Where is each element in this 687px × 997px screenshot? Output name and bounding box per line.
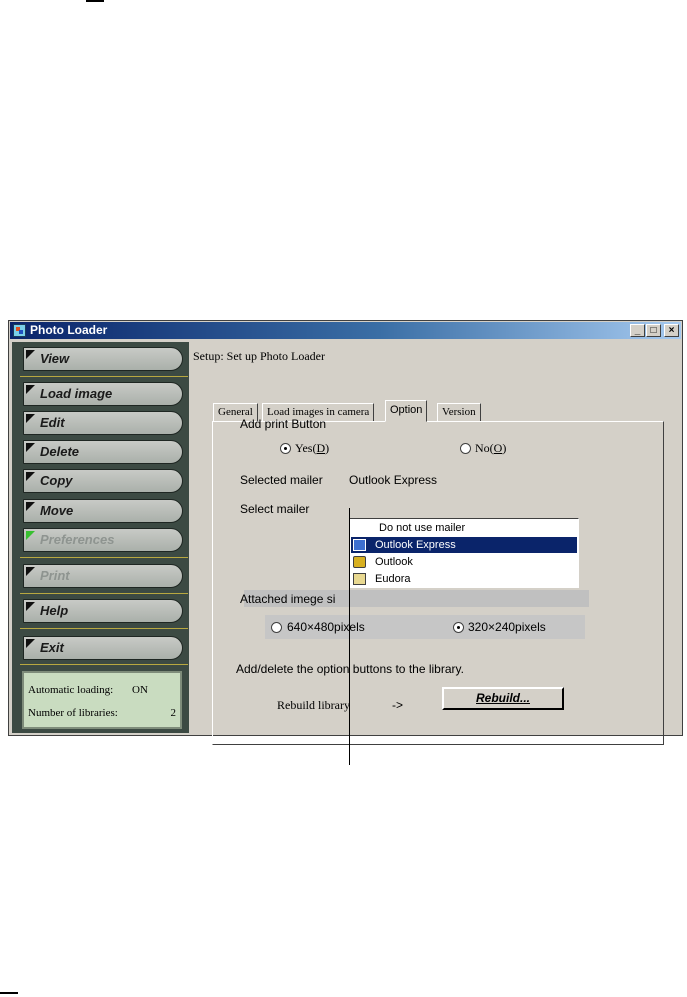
selected-mailer-value: Outlook Express bbox=[349, 473, 438, 487]
corner-marker-icon bbox=[26, 602, 35, 611]
corner-marker-icon bbox=[26, 414, 35, 423]
mailer-option[interactable]: Outlook Express bbox=[351, 537, 577, 553]
outlook-express-icon bbox=[353, 539, 366, 551]
sidebar-item-label: Preferences bbox=[40, 532, 115, 547]
corner-marker-icon bbox=[26, 502, 35, 511]
sidebar-item-edit[interactable]: Edit bbox=[23, 411, 183, 435]
sidebar-item-label: View bbox=[40, 351, 70, 366]
sidebar-item-label: Delete bbox=[40, 444, 80, 459]
size-320-radio[interactable] bbox=[453, 622, 464, 633]
mailer-listbox[interactable]: Do not use mailer Outlook Express Outloo… bbox=[349, 518, 579, 588]
tab-version[interactable]: Version bbox=[437, 403, 481, 422]
sidebar-divider bbox=[20, 593, 188, 594]
outlook-icon bbox=[353, 556, 366, 568]
sidebar-item-label: Exit bbox=[40, 640, 64, 655]
rebuild-library-label: Rebuild library bbox=[277, 698, 350, 712]
mailer-option[interactable]: Outlook bbox=[351, 554, 577, 570]
rebuild-button[interactable]: Rebuild... bbox=[442, 687, 564, 710]
window-title: Photo Loader bbox=[30, 323, 108, 337]
corner-marker-icon bbox=[26, 567, 35, 576]
sidebar-item-label: Copy bbox=[40, 473, 73, 488]
tab-option[interactable]: Option bbox=[385, 400, 428, 422]
attached-image-label: Attached imege si bbox=[240, 592, 336, 606]
mailer-option[interactable]: Do not use mailer bbox=[351, 520, 577, 536]
sidebar-item-help[interactable]: Help bbox=[23, 599, 183, 623]
mailer-option[interactable]: Eudora bbox=[351, 571, 577, 587]
sidebar-item-load-image[interactable]: Load image bbox=[23, 382, 183, 406]
arrow-text: -> bbox=[392, 698, 404, 712]
sidebar-divider bbox=[20, 664, 188, 665]
sidebar-item-view[interactable]: View bbox=[23, 347, 183, 371]
sidebar-item-label: Edit bbox=[40, 415, 65, 430]
sidebar: View Load image Edit Delete Copy Move Pr… bbox=[12, 342, 189, 733]
status-panel: Automatic loading: ON Number of librarie… bbox=[22, 671, 182, 729]
corner-marker-icon bbox=[26, 472, 35, 481]
page-title: Setup: Set up Photo Loader bbox=[193, 349, 325, 363]
print-button-label: Add print Button bbox=[240, 417, 327, 431]
eudora-icon bbox=[353, 573, 366, 585]
sidebar-item-copy[interactable]: Copy bbox=[23, 469, 183, 493]
corner-marker-icon bbox=[26, 443, 35, 452]
page-mark-bottom bbox=[0, 992, 18, 994]
sidebar-item-label: Print bbox=[40, 568, 70, 583]
title-bar[interactable]: Photo Loader _ □ × bbox=[10, 322, 681, 339]
sidebar-item-preferences[interactable]: Preferences bbox=[23, 528, 183, 552]
auto-loading-value: ON bbox=[132, 684, 148, 696]
corner-marker-icon bbox=[26, 639, 35, 648]
corner-marker-icon bbox=[26, 385, 35, 394]
print-no-label[interactable]: No(O) bbox=[475, 441, 506, 456]
auto-loading-label: Automatic loading: bbox=[28, 684, 114, 696]
sidebar-item-label: Help bbox=[40, 603, 69, 618]
sidebar-item-exit[interactable]: Exit bbox=[23, 636, 183, 660]
sidebar-divider bbox=[20, 376, 188, 377]
print-no-radio[interactable] bbox=[460, 443, 471, 454]
print-yes-label[interactable]: Yes(D) bbox=[295, 441, 329, 456]
print-yes-radio[interactable] bbox=[280, 443, 291, 454]
corner-marker-icon bbox=[26, 350, 35, 359]
size-320-label[interactable]: 320×240pixels bbox=[468, 620, 546, 634]
maximize-button[interactable]: □ bbox=[646, 324, 661, 337]
sidebar-item-label: Move bbox=[40, 503, 74, 518]
setup-content: Setup: Set up Photo Loader General Load … bbox=[192, 342, 681, 745]
size-640-radio[interactable] bbox=[271, 622, 282, 633]
select-mailer-label: Select mailer bbox=[240, 502, 310, 516]
libraries-value: 2 bbox=[170, 707, 177, 719]
app-icon[interactable] bbox=[13, 324, 26, 337]
minimize-button[interactable]: _ bbox=[630, 324, 645, 337]
sidebar-item-label: Load image bbox=[40, 386, 113, 401]
size-640-label[interactable]: 640×480pixels bbox=[287, 620, 365, 634]
sidebar-item-move[interactable]: Move bbox=[23, 499, 183, 523]
page-mark-top bbox=[86, 0, 104, 2]
photo-loader-window: Photo Loader _ □ × View Load image Edit … bbox=[8, 320, 683, 745]
active-marker-icon bbox=[26, 531, 35, 540]
sidebar-divider bbox=[20, 628, 188, 629]
close-button[interactable]: × bbox=[664, 324, 679, 337]
libraries-label: Number of libraries: bbox=[28, 707, 118, 719]
sidebar-divider bbox=[20, 557, 188, 558]
sidebar-item-print[interactable]: Print bbox=[23, 564, 183, 588]
callout-line bbox=[349, 508, 350, 765]
selected-mailer-label: Selected mailer bbox=[240, 473, 323, 487]
sidebar-item-delete[interactable]: Delete bbox=[23, 440, 183, 464]
